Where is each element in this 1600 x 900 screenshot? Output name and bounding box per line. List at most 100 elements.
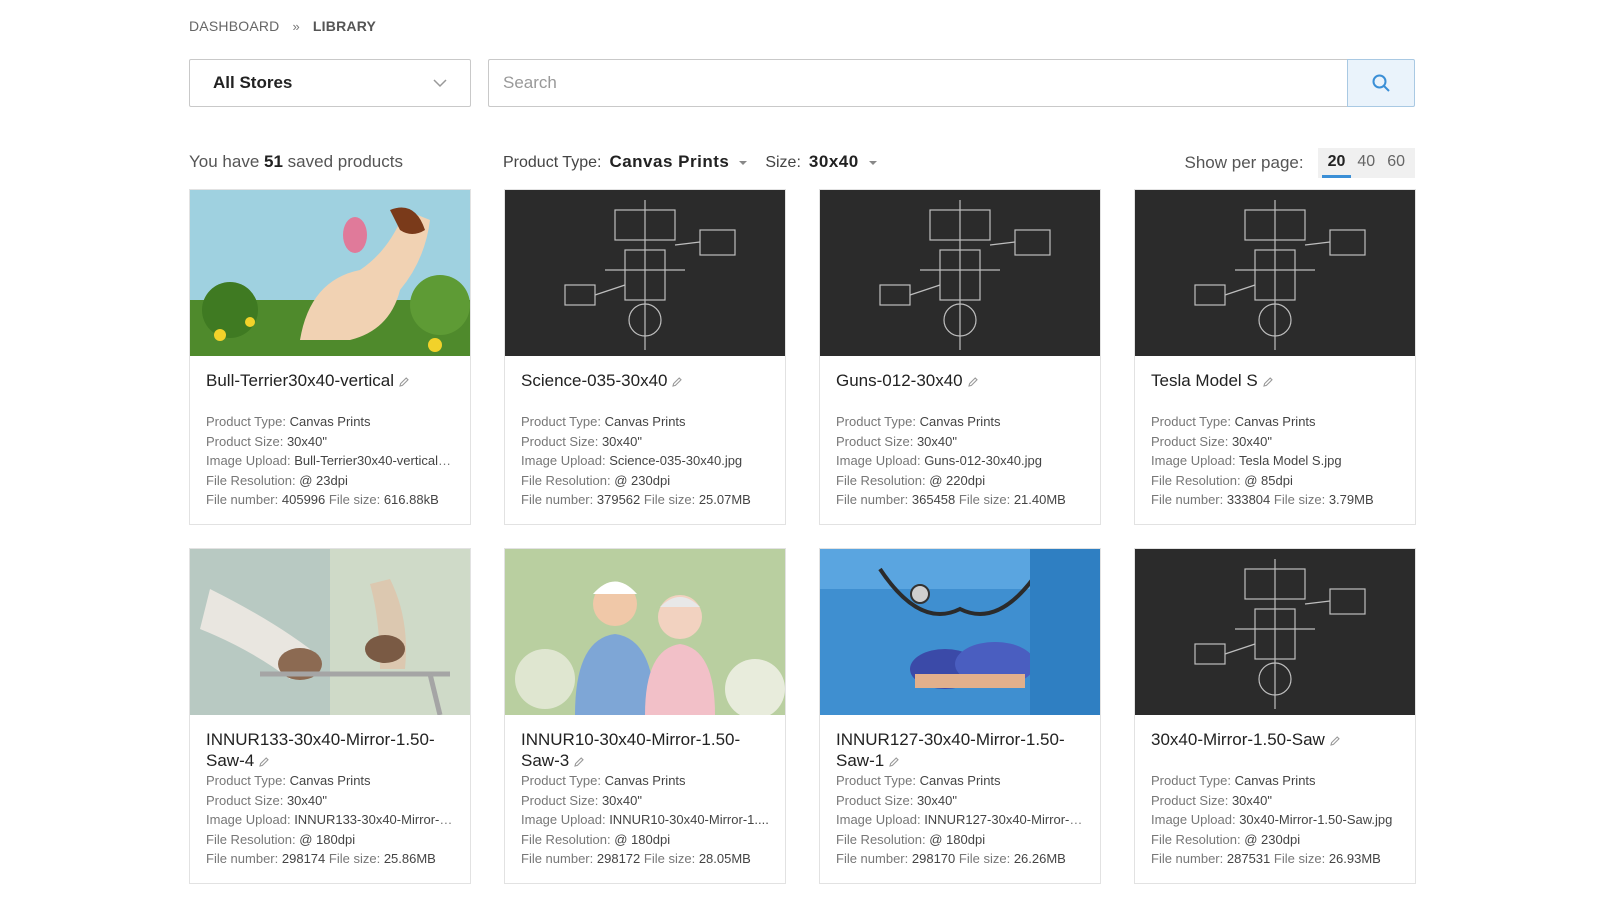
meta-label: File Resolution: [836,472,926,488]
meta-label: Image Upload: [1151,453,1236,468]
meta-value-number: 365458 [911,492,956,507]
file-resolution: File Resolution: @ 180dpi [836,830,1084,850]
file-info: File number: 298172 File size: 28.05MB [521,849,769,869]
product-title[interactable]: INNUR127-30x40-Mirror-1.50-Saw-1 [836,729,1084,771]
meta-value-upload: Bull-Terrier30x40-vertical.j... [294,453,454,468]
product-title[interactable]: Bull-Terrier30x40-vertical [206,370,454,412]
meta-label: Product Size: [1151,433,1229,449]
product-card-body: Guns-012-30x40 Product Type: Canvas Prin… [820,356,1100,510]
product-thumbnail[interactable] [190,549,470,715]
meta-value-upload: INNUR127-30x40-Mirror-1... [924,812,1084,827]
meta-value-size: 30x40" [286,433,327,449]
product-size: Product Size: 30x40" [1151,791,1399,811]
meta-value-number: 298174 [281,851,326,866]
store-select[interactable]: All Stores [189,59,471,107]
meta-label: Image Upload: [1151,812,1236,827]
product-thumbnail[interactable] [190,190,470,356]
caret-down-icon[interactable] [868,161,877,165]
meta-value-size: 30x40" [601,433,642,449]
file-resolution: File Resolution: @ 180dpi [206,830,454,850]
file-info: File number: 365458 File size: 21.40MB [836,490,1084,510]
meta-value-type: Canvas Prints [1234,414,1316,429]
meta-label: File Resolution: [206,831,296,847]
product-type-filter[interactable]: Canvas Prints [609,152,729,172]
size-filter[interactable]: 30x40 [809,152,859,172]
meta-value-upload: 30x40-Mirror-1.50-Saw.jpg [1239,812,1393,827]
meta-value-type: Canvas Prints [604,773,686,788]
caret-down-icon[interactable] [739,161,748,165]
product-card-7[interactable]: INNUR127-30x40-Mirror-1.50-Saw-1 Product… [819,548,1101,884]
pencil-icon[interactable] [258,756,270,768]
meta-value-upload: Guns-012-30x40.jpg [924,453,1042,468]
product-card-6[interactable]: INNUR10-30x40-Mirror-1.50-Saw-3 Product … [504,548,786,884]
breadcrumb-dashboard-link[interactable]: DASHBOARD [189,18,279,34]
product-size: Product Size: 30x40" [1151,432,1399,452]
product-title[interactable]: INNUR10-30x40-Mirror-1.50-Saw-3 [521,729,769,771]
pencil-icon[interactable] [671,376,683,388]
meta-value-filesize: 21.40MB [1013,492,1066,507]
library-toolbar: You have 51 saved products Product Type:… [189,148,1415,178]
product-thumbnail[interactable] [1135,549,1415,715]
image-upload: Image Upload: Bull-Terrier30x40-vertical… [206,451,454,471]
product-size: Product Size: 30x40" [206,432,454,452]
product-card-3[interactable]: Guns-012-30x40 Product Type: Canvas Prin… [819,189,1101,525]
pencil-icon[interactable] [573,756,585,768]
product-thumbnail[interactable] [1135,190,1415,356]
product-thumbnail[interactable] [505,190,785,356]
file-info: File number: 379562 File size: 25.07MB [521,490,769,510]
meta-label: Product Size: [1151,792,1229,808]
product-card-body: 30x40-Mirror-1.50-Saw Product Type: Canv… [1135,715,1415,869]
meta-value-type: Canvas Prints [289,414,371,429]
size-label: Size: [765,154,801,171]
meta-value-resolution: @ 85dpi [1244,472,1293,488]
meta-value-size: 30x40" [1231,792,1272,808]
product-card-4[interactable]: Tesla Model S Product Type: Canvas Print… [1134,189,1416,525]
meta-value-resolution: @ 230dpi [614,472,671,488]
meta-value-resolution: @ 230dpi [1244,831,1301,847]
product-card-5[interactable]: INNUR133-30x40-Mirror-1.50-Saw-4 Product… [189,548,471,884]
per-page-option-40[interactable]: 40 [1351,148,1381,178]
pencil-icon[interactable] [888,756,900,768]
search-button[interactable] [1347,59,1415,107]
meta-label: Product Type: [1151,414,1231,429]
search-icon [1372,74,1390,92]
product-thumbnail[interactable] [820,190,1100,356]
meta-value-upload: Science-035-30x40.jpg [609,453,743,468]
store-select-value: All Stores [213,73,293,92]
saved-products-summary: You have 51 saved products [189,152,403,171]
file-info: File number: 298170 File size: 26.26MB [836,849,1084,869]
product-thumbnail[interactable] [820,549,1100,715]
pencil-icon[interactable] [398,376,410,388]
pencil-icon[interactable] [1329,735,1341,747]
pencil-icon[interactable] [1262,376,1274,388]
product-thumbnail[interactable] [505,549,785,715]
product-title-text: INNUR127-30x40-Mirror-1.50-Saw-1 [836,730,1065,770]
product-title[interactable]: Guns-012-30x40 [836,370,1084,412]
product-title[interactable]: Science-035-30x40 [521,370,769,412]
per-page-option-60[interactable]: 60 [1381,148,1411,178]
per-page-option-20[interactable]: 20 [1321,148,1352,178]
product-title[interactable]: INNUR133-30x40-Mirror-1.50-Saw-4 [206,729,454,771]
product-title[interactable]: Tesla Model S [1151,370,1399,412]
product-card-body: Science-035-30x40 Product Type: Canvas P… [505,356,785,510]
meta-value-number: 405996 [281,492,326,507]
product-card-body: INNUR10-30x40-Mirror-1.50-Saw-3 Product … [505,715,785,869]
file-info: File number: 287531 File size: 26.93MB [1151,849,1399,869]
product-card-1[interactable]: Bull-Terrier30x40-vertical Product Type:… [189,189,471,525]
pencil-icon[interactable] [967,376,979,388]
search-input[interactable] [488,59,1347,107]
product-title-text: INNUR133-30x40-Mirror-1.50-Saw-4 [206,730,435,770]
meta-label: File Resolution: [521,472,611,488]
image-upload: Image Upload: Tesla Model S.jpg [1151,451,1399,471]
meta-value-upload: INNUR10-30x40-Mirror-1.... [609,812,769,827]
product-card-8[interactable]: 30x40-Mirror-1.50-Saw Product Type: Canv… [1134,548,1416,884]
file-info: File number: 333804 File size: 3.79MB [1151,490,1399,510]
file-resolution: File Resolution: @ 230dpi [1151,830,1399,850]
meta-value-filesize: 26.26MB [1013,851,1066,866]
product-type: Product Type: Canvas Prints [1151,771,1399,791]
saved-products-count: 51 [264,152,283,171]
product-title[interactable]: 30x40-Mirror-1.50-Saw [1151,729,1399,771]
meta-label: File number: [521,851,594,866]
product-card-2[interactable]: Science-035-30x40 Product Type: Canvas P… [504,189,786,525]
meta-label: File number: [206,492,279,507]
